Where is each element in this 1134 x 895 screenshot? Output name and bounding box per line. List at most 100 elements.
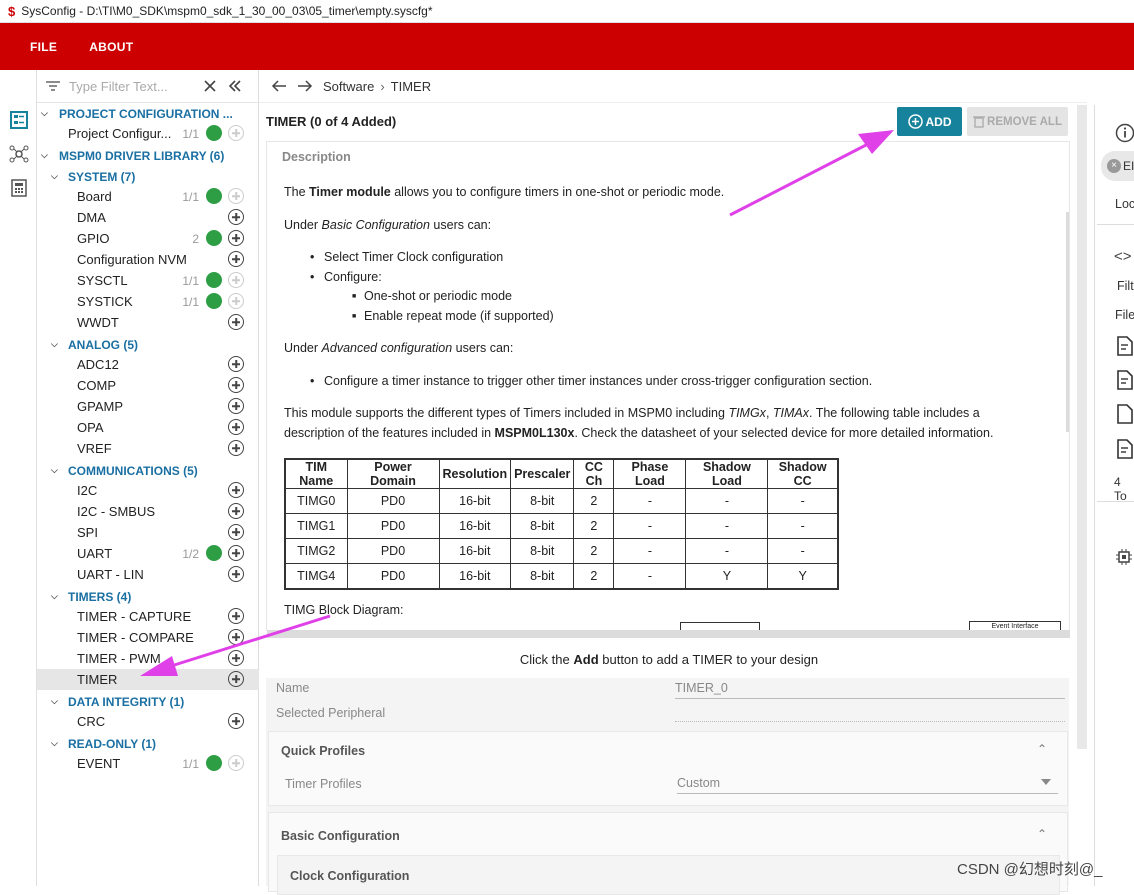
tree-item-adc12[interactable]: ADC12 xyxy=(37,354,259,375)
tree-item-opa[interactable]: OPA xyxy=(37,417,259,438)
selected-peripheral-field[interactable] xyxy=(675,704,1065,722)
tree-item-vref[interactable]: VREF xyxy=(37,438,259,459)
breadcrumb-software[interactable]: Software xyxy=(323,79,374,94)
menu-file[interactable]: FILE xyxy=(30,40,57,54)
configuration-view-icon[interactable] xyxy=(9,110,29,130)
add-circle-icon[interactable] xyxy=(228,608,244,624)
tree-item-timer-compare[interactable]: TIMER - COMPARE xyxy=(37,627,259,648)
tree-item-dma[interactable]: DMA xyxy=(37,207,259,228)
add-circle-icon[interactable] xyxy=(228,188,244,204)
filter-icon[interactable] xyxy=(45,79,61,93)
category-project-configuration[interactable]: ⌵ PROJECT CONFIGURATION ... xyxy=(37,103,259,124)
tree-item-project-configuration[interactable]: Project Configur... 1/1 xyxy=(37,123,259,144)
collapse-sidebar-icon[interactable] xyxy=(228,79,242,93)
add-circle-icon[interactable] xyxy=(228,419,244,435)
code-icon[interactable]: <> xyxy=(1114,248,1132,265)
add-circle-icon[interactable] xyxy=(228,440,244,456)
file-edit-icon[interactable] xyxy=(1116,370,1134,390)
calculator-icon[interactable] xyxy=(9,178,29,198)
dropdown-caret-icon[interactable] xyxy=(1041,779,1051,785)
sysconfig-logo-icon: $ xyxy=(8,3,16,19)
tree-item-i2c-smbus[interactable]: I2C - SMBUS xyxy=(37,501,259,522)
tree-item-timer-pwm[interactable]: TIMER - PWM xyxy=(37,648,259,669)
tree-item-systick[interactable]: SYSTICK 1/1 xyxy=(37,291,259,312)
tree-item-i2c[interactable]: I2C xyxy=(37,480,259,501)
tree-item-spi[interactable]: SPI xyxy=(37,522,259,543)
chevron-up-icon[interactable]: ⌃ xyxy=(1037,827,1047,841)
add-circle-icon[interactable] xyxy=(228,503,244,519)
menu-about[interactable]: ABOUT xyxy=(89,40,133,54)
add-circle-icon[interactable] xyxy=(228,755,244,771)
filter-input[interactable]: Type Filter Text... xyxy=(69,79,199,94)
tree-item-crc[interactable]: CRC xyxy=(37,711,259,732)
add-circle-icon[interactable] xyxy=(228,713,244,729)
category-system[interactable]: ⌵ SYSTEM (7) xyxy=(37,166,259,187)
table-cell: 2 xyxy=(573,563,615,589)
check-circle-icon xyxy=(206,545,222,561)
add-circle-icon[interactable] xyxy=(228,251,244,267)
window-title: SysConfig - D:\TI\M0_SDK\mspm0_sdk_1_30_… xyxy=(21,4,433,18)
add-circle-icon[interactable] xyxy=(228,314,244,330)
chevron-down-icon: ⌵ xyxy=(51,738,58,748)
window-titlebar: $ SysConfig - D:\TI\M0_SDK\mspm0_sdk_1_3… xyxy=(0,0,1134,23)
add-circle-icon[interactable] xyxy=(228,209,244,225)
file-edit-icon[interactable] xyxy=(1116,336,1134,356)
add-circle-icon[interactable] xyxy=(228,125,244,141)
add-circle-icon[interactable] xyxy=(228,272,244,288)
category-analog[interactable]: ⌵ ANALOG (5) xyxy=(37,334,259,355)
clock-configuration-title[interactable]: Clock Configuration xyxy=(290,869,409,883)
add-button[interactable]: ADD xyxy=(897,107,962,136)
basic-configuration-title[interactable]: Basic Configuration xyxy=(281,829,400,843)
tree-item-configuration-nvm[interactable]: Configuration NVM xyxy=(37,249,259,270)
category-data-integrity[interactable]: ⌵ DATA INTEGRITY (1) xyxy=(37,691,259,712)
file-icon[interactable] xyxy=(1116,404,1134,424)
clear-filter-icon[interactable] xyxy=(203,79,217,93)
category-driver-library[interactable]: ⌵ MSPM0 DRIVER LIBRARY (6) xyxy=(37,145,259,166)
add-circle-icon[interactable] xyxy=(228,629,244,645)
remove-all-button[interactable]: REMOVE ALL xyxy=(967,107,1068,136)
clock-configuration-section: Clock Configuration xyxy=(277,855,1060,895)
main-scrollbar[interactable] xyxy=(1077,105,1087,749)
tree-item-timer[interactable]: TIMER xyxy=(37,669,259,690)
add-circle-icon[interactable] xyxy=(228,356,244,372)
info-icon[interactable] xyxy=(1115,123,1134,143)
description-scrollbar[interactable] xyxy=(1066,212,1069,432)
horizontal-scrollbar[interactable] xyxy=(267,630,1070,638)
tree-item-board[interactable]: Board 1/1 xyxy=(37,186,259,207)
tree-item-timer-capture[interactable]: TIMER - CAPTURE xyxy=(37,606,259,627)
add-circle-icon[interactable] xyxy=(228,566,244,582)
table-header-cell: Power Domain xyxy=(346,458,440,489)
tree-item-gpamp[interactable]: GPAMP xyxy=(37,396,259,417)
chip-icon[interactable] xyxy=(1115,548,1133,566)
add-circle-icon[interactable] xyxy=(228,377,244,393)
chevron-up-icon[interactable]: ⌃ xyxy=(1037,742,1047,756)
category-communications[interactable]: ⌵ COMMUNICATIONS (5) xyxy=(37,460,259,481)
add-circle-icon[interactable] xyxy=(228,650,244,666)
tree-item-uart-lin[interactable]: UART - LIN xyxy=(37,564,259,585)
add-circle-icon[interactable] xyxy=(228,230,244,246)
name-field[interactable]: TIMER_0 xyxy=(675,681,1065,699)
timer-profiles-select[interactable]: Custom xyxy=(677,776,1058,794)
add-circle-icon[interactable] xyxy=(228,545,244,561)
category-read-only[interactable]: ⌵ READ-ONLY (1) xyxy=(37,733,259,754)
table-cell: PD0 xyxy=(346,563,440,589)
add-circle-icon[interactable] xyxy=(228,398,244,414)
forward-arrow-icon[interactable] xyxy=(297,79,313,93)
tree-item-gpio[interactable]: GPIO 2 xyxy=(37,228,259,249)
file-edit-icon[interactable] xyxy=(1116,439,1134,459)
add-circle-icon[interactable] xyxy=(228,293,244,309)
add-circle-icon[interactable] xyxy=(228,482,244,498)
main-panel: Software › TIMER TIMER (0 of 4 Added) AD… xyxy=(259,70,1087,895)
topology-icon[interactable] xyxy=(9,144,29,164)
tree-item-sysctl[interactable]: SYSCTL 1/1 xyxy=(37,270,259,291)
tree-item-comp[interactable]: COMP xyxy=(37,375,259,396)
tree-item-event[interactable]: EVENT 1/1 xyxy=(37,753,259,774)
category-timers[interactable]: ⌵ TIMERS (4) xyxy=(37,586,259,607)
back-arrow-icon[interactable] xyxy=(271,79,287,93)
add-circle-icon[interactable] xyxy=(228,524,244,540)
tree-item-uart[interactable]: UART 1/2 xyxy=(37,543,259,564)
add-circle-icon[interactable] xyxy=(228,671,244,687)
quick-profiles-title[interactable]: Quick Profiles xyxy=(281,744,365,758)
error-chip[interactable]: × EI xyxy=(1101,151,1134,181)
tree-item-wwdt[interactable]: WWDT xyxy=(37,312,259,333)
